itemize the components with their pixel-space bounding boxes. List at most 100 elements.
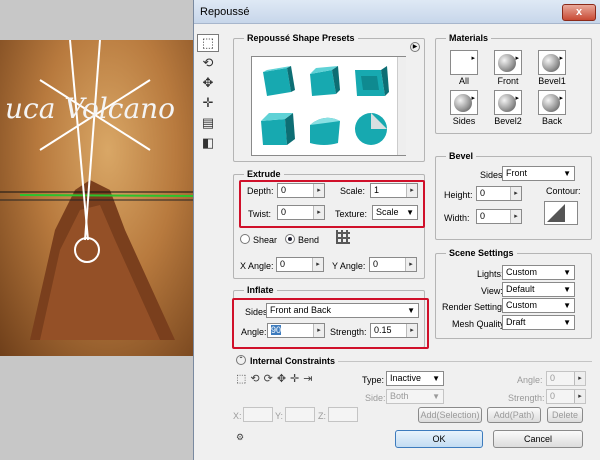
shear-label: Shear xyxy=(253,235,278,245)
inflate-strength-label: Strength: xyxy=(330,327,367,337)
cancel-button[interactable]: Cancel xyxy=(493,430,583,448)
ok-button[interactable]: OK xyxy=(395,430,483,448)
rotate-icon[interactable]: ⟲ xyxy=(197,54,219,72)
reference-point-grid-icon[interactable] xyxy=(336,230,350,244)
inflate-strength-field[interactable]: 0.15 ▸ xyxy=(370,323,418,338)
mesh-quality-chevron-down-icon: ▼ xyxy=(563,318,571,327)
materials-title: Materials xyxy=(446,33,492,43)
texture-dropdown[interactable]: Scale ▼ xyxy=(372,205,418,220)
camera-icon[interactable]: ◧ xyxy=(197,134,219,152)
bend-label: Bend xyxy=(298,235,320,245)
inflate-angle-field[interactable]: 90 ▸ xyxy=(267,323,325,338)
material-sides-swatch[interactable]: ▸ xyxy=(450,90,478,115)
material-bevel2-swatch[interactable]: ▸ xyxy=(494,90,522,115)
bevel-height-field[interactable]: 0 ▸ xyxy=(476,186,522,201)
material-sides-label: Sides xyxy=(452,116,476,126)
bevel-height-stepper-icon[interactable]: ▸ xyxy=(510,187,521,200)
scale-icon[interactable]: ✛ xyxy=(197,94,219,112)
bevel-width-label: Width: xyxy=(444,213,470,223)
yangle-stepper-icon[interactable]: ▸ xyxy=(405,258,416,271)
preset-cube-inset[interactable] xyxy=(351,62,391,102)
material-back-swatch[interactable]: ▸ xyxy=(538,90,566,115)
inflate-angle-value: 90 xyxy=(271,325,282,335)
document-canvas[interactable]: uca Volcano xyxy=(0,39,197,356)
constraint-z-label: Z: xyxy=(318,411,326,421)
view-chevron-down-icon: ▼ xyxy=(563,285,571,294)
preset-box-bevel[interactable] xyxy=(257,109,297,149)
inflate-sides-dropdown[interactable]: Front and Back ▼ xyxy=(266,303,419,318)
texture-label: Texture: xyxy=(335,209,368,219)
preset-cube-beveled[interactable] xyxy=(304,62,344,102)
view-dropdown[interactable]: Default ▼ xyxy=(502,282,575,297)
bevel-sides-chevron-down-icon: ▼ xyxy=(563,169,571,178)
add-selection-button[interactable]: Add(Selection) xyxy=(418,407,482,423)
twist-field[interactable]: 0 ▸ xyxy=(277,205,325,220)
bevel-height-label: Height: xyxy=(444,190,473,200)
inflate-strength-stepper-icon[interactable]: ▸ xyxy=(406,324,417,337)
xangle-field[interactable]: 0 ▸ xyxy=(276,257,324,272)
constraint-x-field[interactable] xyxy=(243,407,273,422)
preset-rounded[interactable] xyxy=(351,109,391,149)
bevel-sides-dropdown[interactable]: Front ▼ xyxy=(502,166,575,181)
constraint-z-field[interactable] xyxy=(328,407,358,422)
constraint-strength-field[interactable]: 0 ▸ xyxy=(546,389,586,404)
presets-list[interactable] xyxy=(251,56,406,156)
scale-field[interactable]: 1 ▸ xyxy=(370,183,418,198)
material-all-chevron-icon: ▸ xyxy=(471,55,475,62)
inflate-angle-stepper-icon[interactable]: ▸ xyxy=(313,324,324,337)
contour-label: Contour: xyxy=(546,186,581,196)
presets-title: Repoussé Shape Presets xyxy=(244,33,358,43)
depth-stepper-icon[interactable]: ▸ xyxy=(313,184,324,197)
select-object-icon[interactable]: ⬚ xyxy=(197,34,219,52)
twist-stepper-icon[interactable]: ▸ xyxy=(313,206,324,219)
presets-scrollbar[interactable] xyxy=(397,57,406,155)
material-front-label: Front xyxy=(497,76,519,86)
material-bevel2-ball-icon xyxy=(498,94,516,112)
yangle-field[interactable]: 0 ▸ xyxy=(369,257,417,272)
collapse-chevron-icon[interactable]: ⌃ xyxy=(236,355,246,365)
constraint-side-chevron-down-icon: ▼ xyxy=(432,392,440,401)
scale-stepper-icon[interactable]: ▸ xyxy=(406,184,417,197)
material-bevel1-label: Bevel1 xyxy=(538,76,566,86)
constraint-angle-field[interactable]: 0 ▸ xyxy=(546,371,586,386)
material-front-swatch[interactable]: ▸ xyxy=(494,50,522,75)
depth-field[interactable]: 0 ▸ xyxy=(277,183,325,198)
bevel-width-stepper-icon[interactable]: ▸ xyxy=(510,210,521,223)
material-sides-chevron-icon: ▸ xyxy=(471,95,475,102)
scale-value: 1 xyxy=(374,185,380,195)
constraint-angle-stepper-icon[interactable]: ▸ xyxy=(574,372,585,385)
bend-radio[interactable] xyxy=(285,234,295,244)
export-mesh-icon[interactable]: ⚙ xyxy=(236,432,250,442)
inflate-sides-chevron-down-icon: ▼ xyxy=(407,306,415,315)
delete-button[interactable]: Delete xyxy=(547,407,583,423)
slide-icon[interactable]: ▤ xyxy=(197,114,219,132)
constraint-type-dropdown[interactable]: Inactive ▼ xyxy=(386,371,444,386)
contour-picker[interactable] xyxy=(544,201,578,225)
material-back-ball-icon xyxy=(542,94,560,112)
render-settings-dropdown[interactable]: Custom ▼ xyxy=(502,298,575,313)
move-icon[interactable]: ✥ xyxy=(197,74,219,92)
twist-value: 0 xyxy=(281,207,287,217)
render-settings-value: Custom xyxy=(506,300,538,310)
view-value: Default xyxy=(506,284,535,294)
constraint-y-field[interactable] xyxy=(285,407,315,422)
material-bevel1-swatch[interactable]: ▸ xyxy=(538,50,566,75)
material-all-swatch[interactable]: ▸ xyxy=(450,50,478,75)
constraint-tools-icon[interactable]: ⬚⟲⟳✥✛⇥ xyxy=(236,372,346,386)
preset-pillow[interactable] xyxy=(304,109,344,149)
constraint-x-label: X: xyxy=(233,411,242,421)
lights-dropdown[interactable]: Custom ▼ xyxy=(502,265,575,280)
material-front-chevron-icon: ▸ xyxy=(515,55,519,62)
bevel-width-field[interactable]: 0 ▸ xyxy=(476,209,522,224)
material-all-label: All xyxy=(458,76,469,86)
presets-menu-icon[interactable]: ▶ xyxy=(410,42,420,52)
shear-radio[interactable] xyxy=(240,234,250,244)
constraint-strength-stepper-icon[interactable]: ▸ xyxy=(574,390,585,403)
mesh-quality-dropdown[interactable]: Draft ▼ xyxy=(502,315,575,330)
constraint-side-dropdown[interactable]: Both ▼ xyxy=(386,389,444,404)
xangle-stepper-icon[interactable]: ▸ xyxy=(312,258,323,271)
preset-cube[interactable] xyxy=(257,62,297,102)
add-path-button[interactable]: Add(Path) xyxy=(487,407,541,423)
material-front-ball-icon xyxy=(498,54,516,72)
close-button[interactable]: x xyxy=(562,4,596,21)
